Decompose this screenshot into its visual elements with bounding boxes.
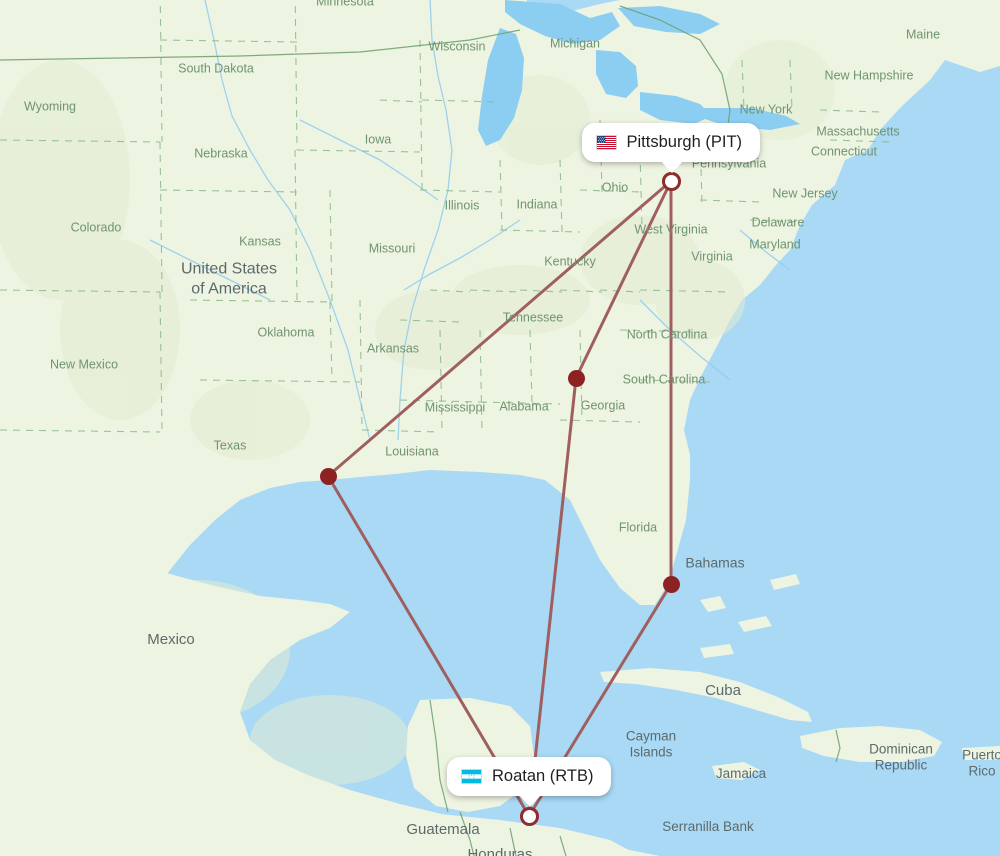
- route-pit-atlanta-rtb[interactable]: [527, 179, 673, 818]
- airport-callout-label-rtb: Roatan (RTB): [492, 766, 594, 785]
- us-flag-icon: [595, 134, 617, 150]
- airport-marker-pit[interactable]: [661, 171, 681, 191]
- route-pit-houston-rtb[interactable]: [326, 179, 673, 818]
- callout-tail-pit: [659, 159, 684, 173]
- waypoint-atlanta[interactable]: [567, 369, 585, 387]
- flight-route-map[interactable]: Minnesota South Dakota Wyoming Nebraska Iowa…: [0, 0, 1000, 856]
- waypoint-houston[interactable]: [319, 467, 337, 485]
- airport-callout-label-pit: Pittsburgh (PIT): [626, 132, 743, 151]
- airport-callout-roatan[interactable]: Roatan (RTB): [447, 756, 612, 807]
- airport-callout-pittsburgh[interactable]: Pittsburgh (PIT): [581, 122, 761, 173]
- route-pit-miami-rtb[interactable]: [527, 179, 673, 818]
- callout-tail-rtb: [518, 793, 543, 807]
- route-lines-layer: [326, 179, 673, 818]
- airport-marker-rtb[interactable]: [519, 806, 539, 826]
- honduras-flag-icon: [461, 768, 482, 784]
- waypoint-miami[interactable]: [662, 575, 680, 593]
